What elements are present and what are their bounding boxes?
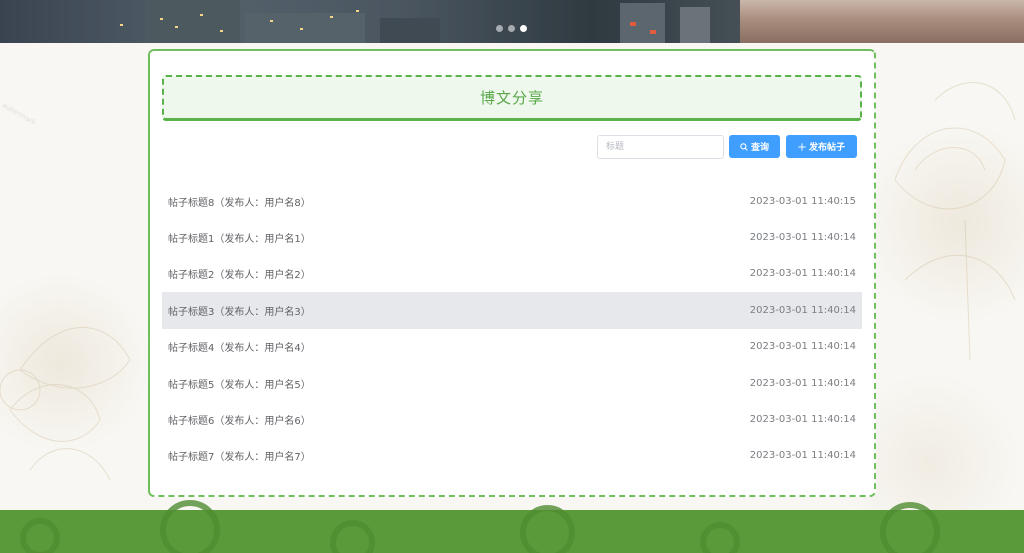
post-list: 帖子标题8（发布人：用户名8） 2023-03-01 11:40:15 帖子标题1（… — [162, 183, 862, 474]
post-timestamp: 2023-03-01 11:40:14 — [749, 232, 856, 244]
banner-city-image — [0, 0, 740, 43]
post-timestamp: 2023-03-01 11:40:14 — [749, 268, 856, 280]
post-title-link[interactable]: 帖子标题1（发布人：用户名1） — [168, 230, 311, 245]
post-list-item[interactable]: 帖子标题4（发布人：用户名4） 2023-03-01 11:40:14 — [162, 329, 862, 365]
title-search-input[interactable] — [597, 135, 724, 159]
post-list-item[interactable]: 帖子标题7（发布人：用户名7） 2023-03-01 11:40:14 — [162, 438, 862, 474]
banner-carousel[interactable] — [0, 0, 1024, 43]
post-list-item[interactable]: 帖子标题2（发布人：用户名2） 2023-03-01 11:40:14 — [162, 256, 862, 292]
post-list-item[interactable]: 帖子标题6（发布人：用户名6） 2023-03-01 11:40:14 — [162, 401, 862, 437]
post-timestamp: 2023-03-01 11:40:14 — [749, 414, 856, 426]
post-list-item[interactable]: 帖子标题1（发布人：用户名1） 2023-03-01 11:40:14 — [162, 219, 862, 255]
page-title: 博文分享 — [479, 89, 544, 107]
carousel-indicators — [496, 25, 527, 32]
search-icon — [740, 142, 748, 151]
post-timestamp: 2023-03-01 11:40:14 — [749, 377, 856, 389]
post-button-label: 发布帖子 — [808, 143, 845, 153]
post-timestamp: 2023-03-01 11:40:15 — [749, 195, 856, 207]
post-list-item[interactable]: 帖子标题8（发布人：用户名8） 2023-03-01 11:40:15 — [162, 183, 862, 219]
search-button[interactable]: 查询 — [729, 135, 780, 158]
post-list-item[interactable]: 帖子标题5（发布人：用户名5） 2023-03-01 11:40:14 — [162, 365, 862, 401]
post-title-link[interactable]: 帖子标题5（发布人：用户名5） — [168, 376, 311, 391]
post-list-item[interactable]: 帖子标题3（发布人：用户名3） 2023-03-01 11:40:14 — [162, 292, 862, 329]
search-button-label: 查询 — [750, 143, 769, 153]
post-button[interactable]: 发布帖子 — [786, 135, 857, 158]
carousel-dot-active[interactable] — [520, 25, 527, 32]
page-title-box: 博文分享 — [162, 75, 862, 121]
lotus-decoration-left-icon — [0, 327, 131, 481]
post-timestamp: 2023-03-01 11:40:14 — [749, 341, 856, 353]
lotus-decoration-right-icon — [894, 82, 1016, 360]
carousel-dot[interactable] — [496, 25, 503, 32]
post-title-link[interactable]: 帖子标题8（发布人：用户名8） — [168, 194, 311, 209]
post-timestamp: 2023-03-01 11:40:14 — [749, 304, 856, 316]
post-title-link[interactable]: 帖子标题4（发布人：用户名4） — [168, 339, 311, 354]
forum-card: 博文分享 查询 发布帖子 帖子标题8（发布人：用户名8） 2023-03-01 1… — [148, 49, 876, 497]
post-title-link[interactable]: 帖子标题7（发布人：用户名7） — [168, 448, 311, 463]
carousel-dot[interactable] — [508, 25, 515, 32]
footer — [0, 500, 1024, 553]
post-timestamp: 2023-03-01 11:40:14 — [749, 450, 856, 462]
post-title-link[interactable]: 帖子标题3（发布人：用户名3） — [168, 303, 311, 318]
post-title-link[interactable]: 帖子标题2（发布人：用户名2） — [168, 266, 311, 281]
post-title-link[interactable]: 帖子标题6（发布人：用户名6） — [168, 412, 311, 427]
banner-water-image — [740, 0, 1024, 43]
plus-icon — [798, 142, 806, 151]
